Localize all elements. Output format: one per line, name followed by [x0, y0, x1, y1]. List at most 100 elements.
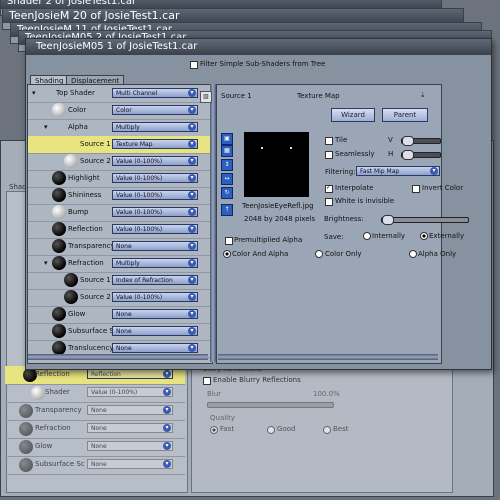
tree-row[interactable]: Source 1 Index of Refraction — [28, 272, 212, 290]
shader-select[interactable]: Value (0-100%) — [112, 190, 198, 200]
externally-radio[interactable] — [420, 232, 428, 240]
fast-radio[interactable] — [210, 426, 218, 434]
row-label: Glow — [68, 310, 86, 318]
tree-row[interactable]: Subsurface Sc None — [28, 323, 212, 341]
shader-select[interactable]: None — [87, 459, 173, 469]
shader-ball-icon — [52, 222, 66, 236]
flip-horizontal-icon[interactable]: ↔ — [221, 173, 233, 185]
blur-value: 100.0% — [313, 390, 340, 398]
row-label: Highlight — [68, 174, 100, 182]
shader-ball-icon — [52, 239, 66, 253]
expand-triangle-icon[interactable]: ▾ — [44, 259, 48, 267]
invert-color-checkbox[interactable] — [412, 185, 420, 193]
white-invisible-checkbox[interactable] — [325, 198, 333, 206]
back-row-shader[interactable]: Shader Value (0-100%) — [5, 384, 185, 403]
flip-vertical-icon[interactable]: ↕ — [221, 159, 233, 171]
shader-select[interactable]: Value (0-100%) — [87, 387, 173, 397]
tree-row[interactable]: Shininess Value (0-100%) — [28, 187, 212, 205]
tree-row[interactable]: ▾ Alpha Multiply — [28, 119, 212, 137]
shader-select[interactable]: Color — [112, 105, 198, 115]
back-row-refraction[interactable]: Refraction None — [5, 420, 185, 439]
alpha-only-label: Alpha Only — [418, 250, 457, 258]
filtering-select[interactable]: Fast Mip Map — [356, 166, 440, 176]
shader-ball-icon — [64, 154, 78, 168]
slider-knob[interactable] — [402, 150, 414, 160]
row-label: Subsurface Sc — [35, 460, 85, 468]
shader-select[interactable]: None — [112, 343, 198, 353]
seamlessly-checkbox[interactable] — [325, 151, 333, 159]
tree-row[interactable]: Color Color — [28, 102, 212, 120]
shader-select[interactable]: Multi Channel — [112, 88, 198, 98]
color-and-alpha-radio[interactable] — [223, 250, 231, 258]
rotate-icon[interactable]: ↻ — [221, 187, 233, 199]
row-label: Shininess — [68, 191, 102, 199]
interpolate-checkbox[interactable] — [325, 184, 333, 193]
back-row-subsurface[interactable]: Subsurface Sc None — [5, 456, 185, 475]
shader-select[interactable]: Multiply — [112, 122, 198, 132]
internally-radio[interactable] — [363, 232, 371, 240]
shader-select[interactable]: None — [112, 309, 198, 319]
v-slider[interactable] — [401, 136, 441, 146]
shader-select[interactable]: None — [112, 326, 198, 336]
row-label: Reflection — [68, 225, 103, 233]
shader-select[interactable]: Index of Refraction — [112, 275, 198, 285]
tree-row[interactable]: ▾ Top Shader Multi Channel — [28, 85, 212, 103]
shader-select[interactable]: Reflection — [87, 369, 173, 379]
filter-subshaders-checkbox[interactable] — [190, 61, 198, 69]
shader-select[interactable]: None — [112, 241, 198, 251]
row-label: Translucency — [68, 344, 114, 352]
tree-row[interactable]: Highlight Value (0-100%) — [28, 170, 212, 188]
back-row-glow[interactable]: Glow None — [5, 438, 185, 457]
brightness-slider[interactable] — [381, 215, 469, 225]
tree-row[interactable]: Source 1 Texture Map — [28, 136, 212, 154]
tree-row[interactable]: Source 2 Value (0-100%) — [28, 289, 212, 307]
shader-select[interactable]: Value (0-100%) — [112, 156, 198, 166]
tree-row[interactable]: ▾ Refraction Multiply — [28, 255, 212, 273]
trash-icon[interactable]: ▧ — [200, 91, 212, 103]
shader-ball-icon — [52, 103, 66, 117]
shader-select[interactable]: Value (0-100%) — [112, 224, 198, 234]
quality-label: Quality — [210, 414, 236, 422]
tree-row[interactable]: Source 2 Value (0-100%) — [28, 153, 212, 171]
row-label: Reflection — [35, 370, 70, 378]
shader-ball-icon — [52, 307, 66, 321]
shader-select[interactable]: None — [87, 423, 173, 433]
parent-button[interactable]: Parent — [382, 108, 428, 122]
enable-blurry-checkbox[interactable] — [203, 377, 211, 385]
collapse-chevron-icon[interactable]: ⇣ — [420, 91, 426, 99]
up-arrow-icon[interactable]: ↑ — [221, 204, 233, 216]
h-slider[interactable] — [401, 150, 441, 160]
blurry-reflections-panel: Blury Reflections Enable Blurry Reflecti… — [195, 362, 445, 442]
wizard-button[interactable]: Wizard — [331, 108, 375, 122]
best-radio[interactable] — [323, 426, 331, 434]
open-file-icon[interactable]: ▣ — [221, 133, 233, 145]
shader-select[interactable]: None — [87, 405, 173, 415]
expand-triangle-icon[interactable]: ▾ — [44, 123, 48, 131]
tree-row[interactable]: Reflection Value (0-100%) — [28, 221, 212, 239]
shader-select[interactable]: Value (0-100%) — [112, 207, 198, 217]
tree-row[interactable]: Bump Value (0-100%) — [28, 204, 212, 222]
row-label: Shader — [45, 388, 70, 396]
blur-slider[interactable] — [207, 402, 334, 408]
save-file-icon[interactable]: ▦ — [221, 145, 233, 157]
tree-row[interactable]: Glow None — [28, 306, 212, 324]
expand-triangle-icon[interactable]: ▾ — [32, 89, 36, 97]
shader-select[interactable]: None — [87, 441, 173, 451]
shader-select[interactable]: Multiply — [112, 258, 198, 268]
premultiplied-checkbox[interactable] — [225, 237, 233, 245]
slider-knob[interactable] — [382, 215, 394, 225]
left-bottom-scrollbar[interactable] — [28, 354, 208, 360]
good-radio[interactable] — [267, 426, 275, 434]
shader-select[interactable]: Value (0-100%) — [112, 292, 198, 302]
back-row-transparency[interactable]: Transparency None — [5, 402, 185, 421]
filtering-label: Filtering: — [325, 168, 356, 176]
row-label: Color — [68, 106, 87, 114]
color-only-radio[interactable] — [315, 250, 323, 258]
shader-select[interactable]: Value (0-100%) — [112, 173, 198, 183]
tree-row[interactable]: Transparency None — [28, 238, 212, 256]
shader-select[interactable]: Texture Map — [112, 139, 198, 149]
alpha-only-radio[interactable] — [409, 250, 417, 258]
tile-checkbox[interactable] — [325, 137, 333, 145]
slider-knob[interactable] — [402, 136, 414, 146]
bottom-scrollbar[interactable] — [218, 354, 438, 360]
